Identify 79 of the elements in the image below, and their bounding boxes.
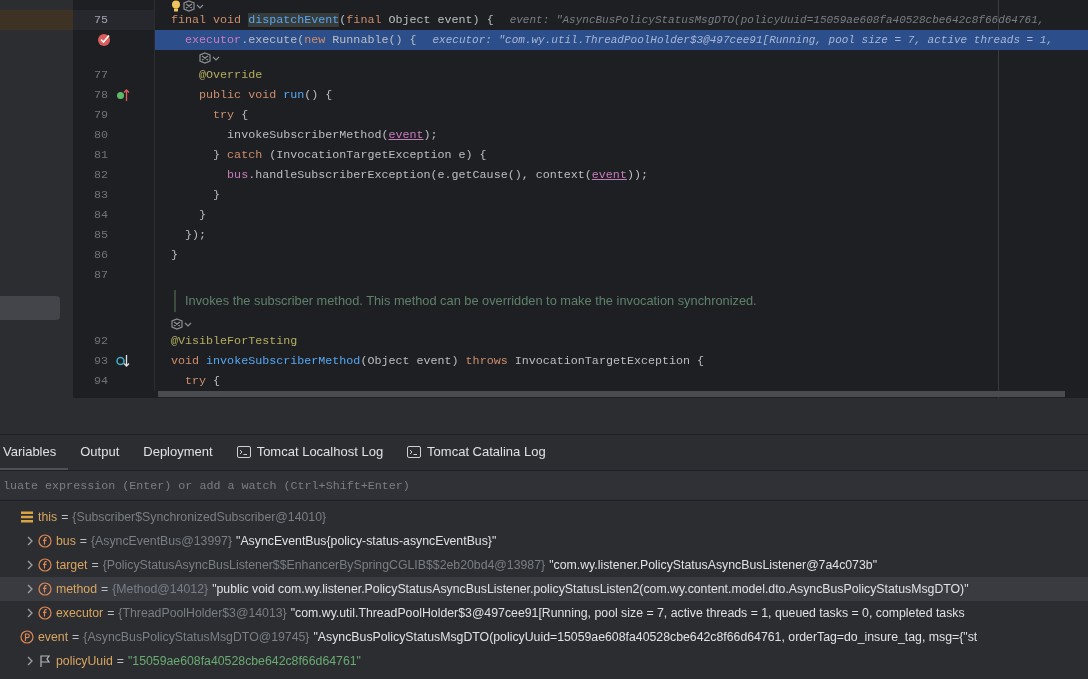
line-number: 94 <box>93 374 108 388</box>
variable-type: {Subscriber$SynchronizedSubscriber@14010} <box>72 510 327 524</box>
variable-type: {AsyncEventBus@13997} <box>91 534 233 548</box>
assignment-sign: = <box>79 534 87 548</box>
code-line: void invokeSubscriberMethod(Object event) throws InvocationTargetException { <box>171 354 705 368</box>
object-icon <box>20 510 34 524</box>
line-number: 86 <box>93 248 108 262</box>
code-line: try { <box>212 108 249 122</box>
variable-value: "AsyncBusPolicyStatusMsgDTO(policyUuid=15059ae608fa40528cbe642c8f66d64761, orderTag=do_insure_tag, msg={"st <box>313 630 978 644</box>
line-number: 82 <box>93 168 108 182</box>
variable-value: "AsyncEventBus{policy-status-asyncEventBus}" <box>236 534 497 548</box>
field-icon <box>38 534 52 548</box>
breakpoint-icon[interactable] <box>97 33 111 47</box>
lightbulb-icon[interactable] <box>171 0 181 12</box>
override-icon[interactable] <box>116 88 130 102</box>
field-icon <box>38 558 52 572</box>
variable-type: {ThreadPoolHolder$3@14013} <box>118 606 287 620</box>
code-line: } <box>212 188 221 202</box>
line-number: 80 <box>93 128 108 142</box>
variable-name: event <box>38 630 69 644</box>
panel-tab[interactable]: Output <box>74 435 132 470</box>
line-number: 81 <box>93 148 108 162</box>
line-number: 93 <box>93 354 108 368</box>
code-line: try { <box>184 374 221 388</box>
line-number: 84 <box>93 208 108 222</box>
line-number: 87 <box>93 268 108 282</box>
line-number: 85 <box>93 228 108 242</box>
assignment-sign: = <box>116 654 124 668</box>
assignment-sign: = <box>107 606 115 620</box>
assignment-sign: = <box>101 582 109 596</box>
line-number: 75 <box>93 13 108 27</box>
code-line: } catch (InvocationTargetException e) { <box>212 148 487 162</box>
inline-value-hint: event: "AsyncBusPolicyStatusMsgDTO(policyUuid=15059ae608fa40528cbe642c8f66d64761, <box>509 14 1045 26</box>
field-icon <box>38 582 52 596</box>
doc-comment: Invokes the subscriber method. This method can be overridden to make the invocation synchronized. <box>185 293 757 308</box>
assignment-sign: = <box>91 558 99 572</box>
code-line: @VisibleForTesting <box>171 334 298 348</box>
variable-value: "public void com.wy.listener.PolicyStatusAsyncBusListener.policyStatusListen2(com.wy.content.model.dto.AsyncBusPolicyStatusMsgDTO)" <box>212 582 969 596</box>
evaluate-expression-field[interactable]: luate expression (Enter) or add a watch (Ctrl+Shift+Enter) <box>0 471 1088 501</box>
code-line: } <box>171 248 178 262</box>
flag-icon <box>38 654 52 668</box>
code-line: invokeSubscriberMethod(event); <box>226 128 438 142</box>
line-number: 79 <box>93 108 108 122</box>
code-line: }); <box>184 228 207 242</box>
field-icon <box>38 606 52 620</box>
selected-variable-row[interactable]: method = {Method@14012} "public void com.wy.listener.PolicyStatusAsyncBusListener.policyStatusListen2(com.wy.content.model.dto.AsyncBusPolicyStatusMsgDTO)" <box>0 577 1088 601</box>
variable-name: this <box>38 510 58 524</box>
code-line: public void run() { <box>198 88 333 102</box>
console-icon <box>236 445 251 458</box>
horizontal-scrollbar[interactable] <box>158 391 1065 397</box>
panel-tab[interactable]: Deployment <box>137 435 225 470</box>
assignment-sign: = <box>61 510 69 524</box>
assignment-sign: = <box>72 630 80 644</box>
inline-value-hint: executor: "com.wy.util.ThreadPoolHolder$3@497cee91[Running, pool size = 7, active threads = 1, <box>432 34 1053 46</box>
variable-value: "15059ae608fa40528cbe642c8f66d64761" <box>127 654 361 668</box>
line-number: 77 <box>93 68 108 82</box>
variable-name: target <box>56 558 88 572</box>
variable-name: method <box>56 582 98 596</box>
code-line: } <box>198 208 207 222</box>
line-number: 83 <box>93 188 108 202</box>
variable-name: executor <box>56 606 104 620</box>
console-icon <box>407 445 422 458</box>
variable-value: "com.wy.util.ThreadPoolHolder$3@497cee91[Running, pool size = 7, active threads = 1, queued tasks = 0, completed tasks <box>290 606 965 620</box>
panel-tab[interactable]: Tomcat Localhost Log <box>230 435 396 470</box>
code-line: @Override <box>198 68 263 82</box>
implemented-icon[interactable] <box>116 354 130 368</box>
parameter-icon <box>20 630 34 644</box>
variable-type: {AsyncBusPolicyStatusMsgDTO@19745} <box>83 630 310 644</box>
variable-value: "com.wy.listener.PolicyStatusAsyncBusListener@7a4c073b" <box>549 558 877 572</box>
code-line: final void dispatchEvent(final Object event) { <box>171 13 494 27</box>
variable-name: bus <box>56 534 76 548</box>
variable-name: policyUuid <box>56 654 113 668</box>
variable-type: {Method@14012} <box>112 582 209 596</box>
panel-tab[interactable]: Tomcat Catalina Log <box>401 435 558 470</box>
code-line: executor.execute(new Runnable() { <box>184 33 417 47</box>
line-number: 92 <box>93 334 108 348</box>
code-line: bus.handleSubscriberException(e.getCause(), context(event)); <box>226 168 648 182</box>
variable-type: {PolicyStatusAsyncBusListener$$EnhancerBySpringCGLIB$$2eb20bd4@13987} <box>102 558 546 572</box>
line-number: 78 <box>93 88 108 102</box>
